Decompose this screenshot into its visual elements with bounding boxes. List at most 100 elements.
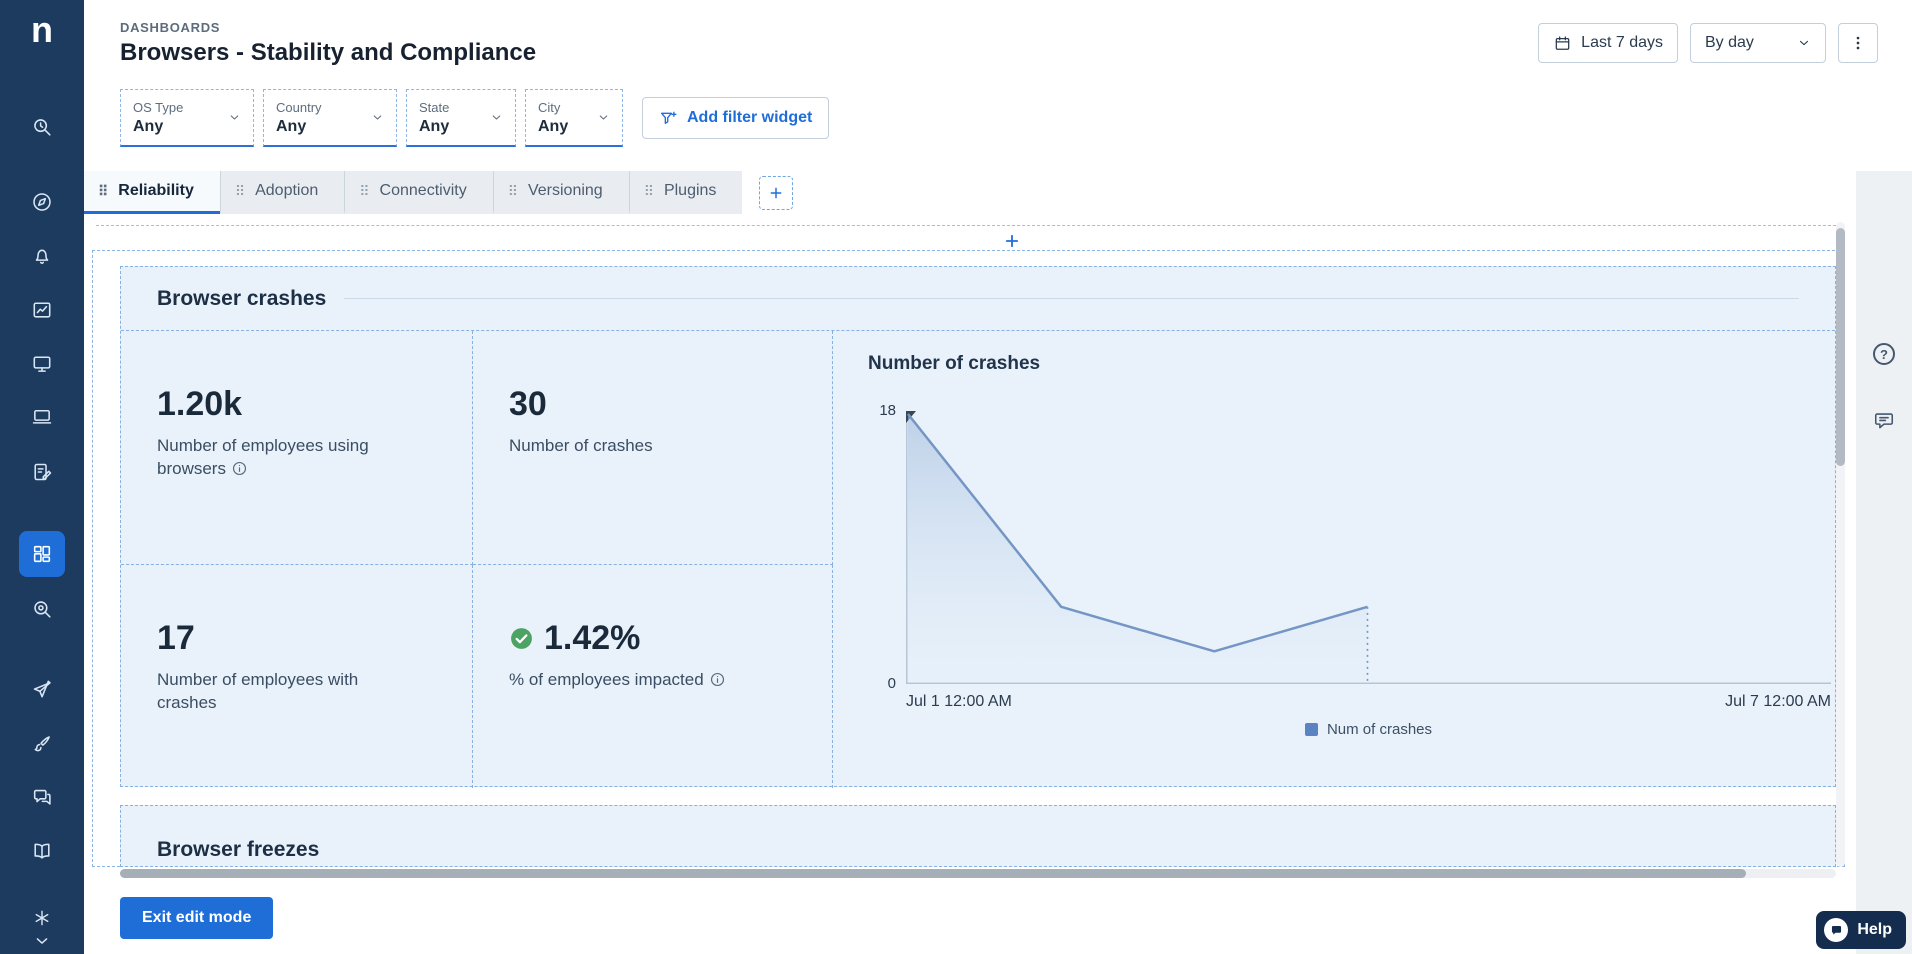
- filter-widget-state[interactable]: State Any: [406, 89, 516, 147]
- filter-value: Any: [419, 117, 450, 135]
- granularity-select[interactable]: By day: [1690, 23, 1826, 63]
- chevron-down-icon: [36, 938, 48, 944]
- sidebar-item-explore[interactable]: [19, 179, 65, 225]
- plus-icon: [771, 187, 782, 198]
- sidebar-expand-more[interactable]: [19, 930, 65, 952]
- vertical-scrollbar[interactable]: [1836, 222, 1845, 867]
- filter-text: City Any: [538, 100, 568, 136]
- dashboard-canvas: Browser crashes 1.20k Number of employee…: [84, 214, 1853, 878]
- filter-widget-os-type[interactable]: OS Type Any: [120, 89, 254, 147]
- sidebar-item-devices[interactable]: [19, 394, 65, 440]
- metrics-grid: 1.20k Number of employees using browsers…: [121, 331, 1837, 788]
- sidebar-item-reports[interactable]: [19, 287, 65, 333]
- sidebar-item-history-search[interactable]: [19, 104, 65, 150]
- sidebar-item-campaigns[interactable]: [19, 667, 65, 713]
- brand-logo[interactable]: n: [0, 12, 84, 48]
- tab-plugins[interactable]: ⠿ Plugins: [628, 171, 743, 214]
- section-browser-crashes[interactable]: Browser crashes 1.20k Number of employee…: [120, 266, 1837, 788]
- sidebar-item-engage[interactable]: [19, 774, 65, 820]
- metric-widget-employees-with-crashes[interactable]: 17 Number of employees with crashes: [121, 565, 473, 788]
- devices-icon: [32, 409, 52, 424]
- chart-frame-icon: [33, 302, 51, 318]
- filter-bar: OS Type Any Country Any State Any City A…: [84, 88, 1912, 148]
- paper-plane-icon: [33, 680, 51, 698]
- chart-widget-number-of-crashes[interactable]: Number of crashes 18 0 Jul 1 12:00 AM Ju…: [833, 331, 1837, 788]
- help-launcher-button[interactable]: Help: [1816, 911, 1906, 949]
- widget-insert-line: [96, 225, 1836, 226]
- drag-grip-icon: ⠿: [507, 182, 518, 199]
- sidebar-item-alerts[interactable]: [19, 233, 65, 279]
- sidebar-item-library[interactable]: [19, 828, 65, 874]
- chart-legend[interactable]: Num of crashes: [906, 721, 1831, 738]
- tab-label: Reliability: [118, 182, 194, 199]
- investigate-icon: [34, 601, 51, 618]
- metric-widget-number-of-crashes[interactable]: 30 Number of crashes: [473, 331, 833, 565]
- question-circle-icon: ?: [1873, 343, 1895, 365]
- info-icon[interactable]: [709, 671, 726, 688]
- tab-connectivity[interactable]: ⠿ Connectivity: [344, 171, 492, 214]
- title-divider: [344, 298, 1799, 299]
- exit-edit-mode-button[interactable]: Exit edit mode: [120, 897, 274, 939]
- kebab-menu-icon: [1856, 36, 1860, 50]
- x-axis-end-label: Jul 7 12:00 AM: [1725, 693, 1831, 710]
- tab-reliability[interactable]: ⠿ Reliability: [84, 171, 220, 214]
- sidebar-item-experience[interactable]: [19, 341, 65, 387]
- vertical-scrollbar-thumb[interactable]: [1836, 228, 1845, 466]
- chevron-down-icon: [599, 115, 608, 120]
- filter-text: Country Any: [276, 100, 322, 136]
- metric-label-text: Number of employees with crashes: [157, 669, 359, 712]
- drag-grip-icon: ⠿: [643, 182, 654, 199]
- help-shortcut[interactable]: ?: [1873, 343, 1895, 365]
- tab-versioning[interactable]: ⠿ Versioning: [492, 171, 629, 214]
- chart-title: Number of crashes: [868, 353, 1041, 374]
- metric-label: Number of employees with crashes: [157, 669, 409, 715]
- section-title: Browser freezes: [157, 838, 320, 861]
- y-axis-tick-min: 0: [887, 675, 896, 692]
- metric-value: 1.20k: [157, 385, 243, 423]
- horizontal-scrollbar[interactable]: [120, 869, 1836, 878]
- metric-widget-percent-impacted[interactable]: 1.42% % of employees impacted: [473, 565, 833, 788]
- monitor-icon: [33, 356, 51, 372]
- more-options-button[interactable]: [1838, 23, 1878, 63]
- x-axis-start-label: Jul 1 12:00 AM: [906, 693, 1012, 710]
- add-tab-button[interactable]: [759, 175, 794, 210]
- sidebar-item-investigate[interactable]: [19, 586, 65, 632]
- section-title-row: Browser crashes: [121, 267, 1835, 331]
- x-axis-labels: Jul 1 12:00 AM Jul 7 12:00 AM: [906, 693, 1831, 711]
- drag-grip-icon: ⠿: [359, 182, 370, 199]
- tab-label: Connectivity: [379, 182, 467, 199]
- date-range-button[interactable]: Last 7 days: [1538, 23, 1678, 63]
- info-icon[interactable]: [231, 460, 248, 477]
- chat-bubbles-icon: [33, 789, 51, 805]
- add-filter-widget-button[interactable]: Add filter widget: [642, 97, 830, 139]
- help-label: Help: [1857, 921, 1892, 938]
- sidebar-item-surveys[interactable]: [19, 449, 65, 495]
- book-icon: [34, 843, 50, 859]
- right-utility-strip: ?: [1856, 171, 1912, 954]
- feedback-chat-icon: [1874, 413, 1894, 429]
- metric-label-text: % of employees impacted: [509, 669, 704, 689]
- section-browser-freezes[interactable]: Browser freezes: [120, 805, 1836, 867]
- tab-strip: ⠿ Reliability ⠿ Adoption ⠿ Connectivity …: [84, 171, 743, 214]
- sidebar: n: [0, 0, 84, 954]
- filter-text: OS Type Any: [133, 100, 183, 136]
- granularity-value: By day: [1705, 34, 1754, 51]
- sidebar-item-dashboards[interactable]: [19, 531, 65, 577]
- breadcrumb: DASHBOARDS: [120, 19, 221, 35]
- feedback-shortcut[interactable]: [1873, 409, 1895, 436]
- app-root: n DASHBOARDS Browsers - Stability and Co…: [0, 0, 1912, 954]
- filter-widget-country[interactable]: Country Any: [263, 89, 397, 147]
- tab-adoption[interactable]: ⠿ Adoption: [219, 171, 344, 214]
- date-range-label: Last 7 days: [1581, 34, 1663, 51]
- history-search-icon: [34, 119, 51, 136]
- filter-plus-icon: [661, 111, 677, 124]
- bell-icon: [35, 249, 49, 264]
- horizontal-scrollbar-thumb[interactable]: [120, 869, 1746, 878]
- filter-widget-city[interactable]: City Any: [525, 89, 623, 147]
- metric-label: Number of employees using browsers: [157, 435, 409, 481]
- main-area: DASHBOARDS Browsers - Stability and Comp…: [84, 0, 1912, 954]
- sidebar-item-remediation[interactable]: [19, 721, 65, 767]
- calendar-icon: [1555, 35, 1570, 50]
- metric-widget-employees-using-browsers[interactable]: 1.20k Number of employees using browsers: [121, 331, 473, 565]
- chevron-down-icon: [230, 115, 239, 120]
